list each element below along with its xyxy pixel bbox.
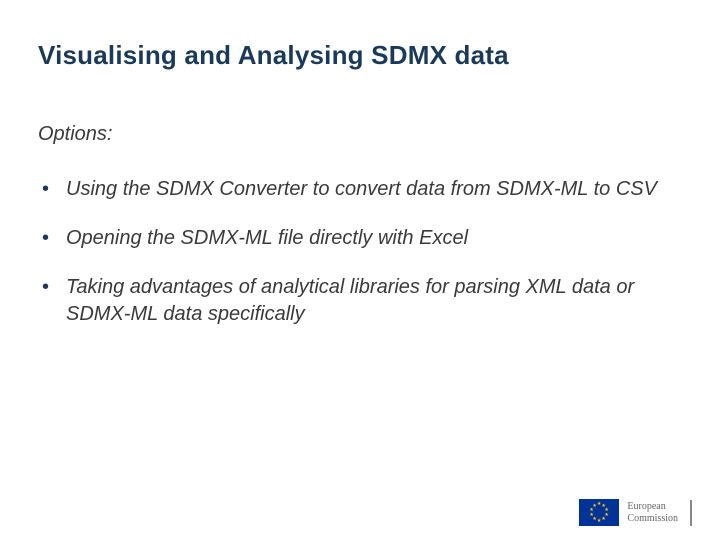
- eu-stars-icon: ★ ★ ★ ★ ★ ★ ★ ★ ★ ★: [589, 503, 609, 523]
- ec-bar-icon: [690, 500, 692, 526]
- options-label: Options:: [38, 123, 682, 146]
- list-item: Opening the SDMX-ML file directly with E…: [38, 225, 682, 252]
- list-item: Taking advantages of analytical librarie…: [38, 274, 682, 328]
- ec-label: European Commission: [627, 501, 678, 524]
- bullet-list: Using the SDMX Converter to convert data…: [38, 176, 682, 328]
- list-item: Using the SDMX Converter to convert data…: [38, 176, 682, 203]
- ec-line2: Commission: [627, 513, 678, 525]
- eu-flag-icon: ★ ★ ★ ★ ★ ★ ★ ★ ★ ★: [579, 499, 619, 526]
- slide-title: Visualising and Analysing SDMX data: [38, 40, 682, 71]
- footer-logo: ★ ★ ★ ★ ★ ★ ★ ★ ★ ★ European Commission: [579, 499, 692, 526]
- slide-content: Visualising and Analysing SDMX data Opti…: [0, 0, 720, 328]
- ec-line1: European: [627, 501, 678, 513]
